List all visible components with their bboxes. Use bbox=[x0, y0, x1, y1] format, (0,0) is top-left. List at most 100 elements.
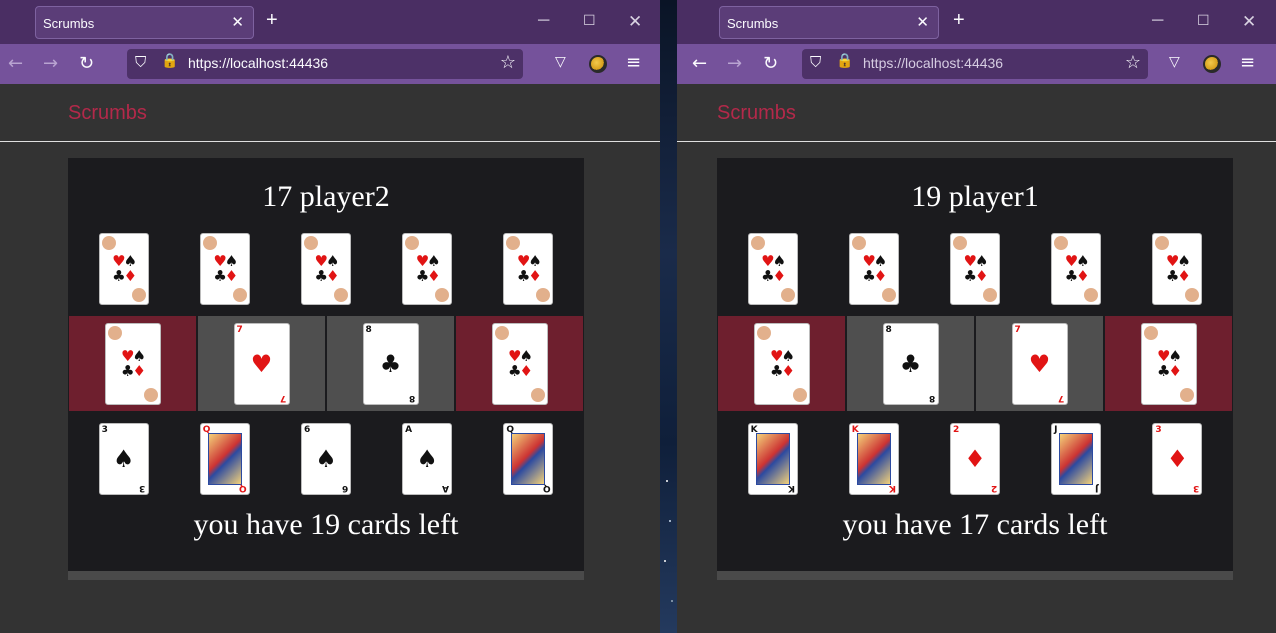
url-text[interactable]: https://localhost:44436 bbox=[188, 55, 328, 71]
game-board: 17 player2 ♥♠ ♣♦ ♥♠ ♣♦ ♥♠ ♣♦ ♥♠ ♣♦ ♥♠ ♣♦ ♥♠ ♣♦… bbox=[68, 158, 584, 580]
pocket-icon[interactable]: ▽ bbox=[1169, 54, 1180, 70]
nav-bar: ← → ↻ ⛉ 🔒 https://localhost:44436 ☆ ▽ ≡ bbox=[0, 44, 660, 84]
card-rank: Q bbox=[542, 483, 551, 493]
bookmark-star-icon[interactable]: ☆ bbox=[500, 52, 516, 73]
hand-card[interactable]: QQ bbox=[199, 423, 250, 495]
minimize-icon[interactable]: ─ bbox=[538, 12, 549, 30]
browser-window-left: Scrumbs ✕ + ─ ☐ ✕ ← → ↻ ⛉ 🔒 https://loca… bbox=[0, 0, 660, 633]
card-rank: A bbox=[405, 425, 413, 435]
tab-scrumbs[interactable]: Scrumbs ✕ bbox=[719, 6, 939, 39]
lock-icon[interactable]: 🔒 bbox=[161, 53, 178, 69]
played-card[interactable]: 8 ♣ 8 bbox=[882, 322, 939, 405]
hand-card[interactable]: A ♠ A bbox=[402, 423, 453, 495]
played-card[interactable]: 7 ♥ 7 bbox=[233, 322, 290, 405]
draw-pile-slot[interactable]: ♥♠ ♣♦ bbox=[455, 315, 584, 412]
score-line: 17 player2 bbox=[262, 180, 390, 213]
pocket-icon[interactable]: ▽ bbox=[555, 54, 566, 70]
hand-card[interactable]: 3 ♠ 3 bbox=[98, 423, 149, 495]
new-tab-icon[interactable]: + bbox=[953, 9, 965, 32]
brand-link[interactable]: Scrumbs bbox=[717, 102, 796, 125]
player-hand-row: K K K K 2 ♦ 2 J J 3 ♦ 3 bbox=[717, 423, 1233, 495]
played-card[interactable]: 8 ♣ 8 bbox=[362, 322, 419, 405]
card-rank: 7 bbox=[236, 324, 243, 335]
hand-card[interactable]: JJ bbox=[1051, 423, 1102, 495]
lock-icon[interactable]: 🔒 bbox=[836, 53, 853, 69]
url-text[interactable]: https://localhost:44436 bbox=[863, 55, 1003, 71]
close-tab-icon[interactable]: ✕ bbox=[231, 13, 244, 31]
reload-icon[interactable]: ↻ bbox=[79, 53, 94, 74]
page-content: Scrumbs 19 player1 ♥♠ ♣♦ ♥♠ ♣♦ ♥♠ ♣♦ ♥♠ ♣♦ ♥… bbox=[677, 84, 1276, 633]
tab-scrumbs[interactable]: Scrumbs ✕ bbox=[35, 6, 254, 39]
card-rank: 2 bbox=[952, 425, 960, 435]
extension-icon[interactable] bbox=[589, 55, 607, 73]
player-hand-row: 3 ♠ 3 Q Q 6 ♠ 6 A ♠ A Q Q bbox=[68, 423, 584, 495]
card-rank: A bbox=[442, 483, 450, 493]
played-card[interactable]: 7 ♥ 7 bbox=[1011, 322, 1068, 405]
url-bar[interactable]: ⛉ 🔒 https://localhost:44436 ☆ bbox=[802, 49, 1148, 79]
card-rank: 6 bbox=[341, 483, 348, 493]
draw-pile-slot[interactable]: ♥♠ ♣♦ bbox=[68, 315, 197, 412]
card-back[interactable]: ♥♠ ♣♦ bbox=[1140, 322, 1197, 405]
card-back: ♥♠ ♣♦ bbox=[300, 233, 351, 305]
bookmark-star-icon[interactable]: ☆ bbox=[1125, 52, 1141, 73]
play-area-row: ♥♠ ♣♦ 8 ♣ 8 7 ♥ 7 ♥♠ ♣♦ bbox=[717, 315, 1233, 412]
card-rank: Q bbox=[239, 483, 247, 493]
brand-link[interactable]: Scrumbs bbox=[68, 102, 147, 125]
shield-icon[interactable]: ⛉ bbox=[135, 53, 146, 71]
card-back: ♥♠ ♣♦ bbox=[503, 233, 554, 305]
back-icon[interactable]: ← bbox=[8, 53, 23, 74]
card-suit: ♣ bbox=[899, 349, 922, 378]
close-tab-icon[interactable]: ✕ bbox=[916, 13, 929, 31]
shield-icon[interactable]: ⛉ bbox=[810, 53, 821, 71]
card-back: ♥♠ ♣♦ bbox=[98, 233, 149, 305]
desktop-background bbox=[660, 0, 677, 633]
card-suit: ♦ bbox=[964, 445, 986, 473]
hand-card[interactable]: 3 ♦ 3 bbox=[1152, 423, 1203, 495]
menu-icon[interactable]: ≡ bbox=[1240, 52, 1255, 73]
played-card-slot[interactable]: 8 ♣ 8 bbox=[846, 315, 975, 412]
board-scrollbar[interactable] bbox=[717, 571, 1233, 580]
url-bar[interactable]: ⛉ 🔒 https://localhost:44436 ☆ bbox=[127, 49, 523, 79]
reload-icon[interactable]: ↻ bbox=[763, 53, 778, 74]
played-card-slot[interactable]: 7 ♥ 7 bbox=[975, 315, 1104, 412]
new-tab-icon[interactable]: + bbox=[266, 9, 278, 32]
close-window-icon[interactable]: ✕ bbox=[628, 12, 642, 32]
hand-card[interactable]: QQ bbox=[503, 423, 554, 495]
court-figure bbox=[207, 433, 242, 485]
cards-left-status: you have 19 cards left bbox=[193, 508, 459, 541]
card-rank: 8 bbox=[929, 392, 936, 403]
menu-icon[interactable]: ≡ bbox=[626, 52, 641, 73]
hand-card[interactable]: 2 ♦ 2 bbox=[949, 423, 1000, 495]
forward-icon[interactable]: → bbox=[43, 53, 58, 74]
back-icon[interactable]: ← bbox=[692, 53, 707, 74]
card-back[interactable]: ♥♠ ♣♦ bbox=[753, 322, 810, 405]
close-window-icon[interactable]: ✕ bbox=[1242, 12, 1256, 32]
card-rank: K bbox=[888, 483, 896, 493]
maximize-icon[interactable]: ☐ bbox=[583, 12, 596, 29]
card-suit: ♠ bbox=[112, 445, 135, 473]
played-card-slot[interactable]: 7 ♥ 7 bbox=[197, 315, 326, 412]
card-back[interactable]: ♥♠ ♣♦ bbox=[104, 322, 161, 405]
card-back[interactable]: ♥♠ ♣♦ bbox=[491, 322, 548, 405]
card-back: ♥♠ ♣♦ bbox=[199, 233, 250, 305]
play-area-row: ♥♠ ♣♦ 7 ♥ 7 8 ♣ 8 ♥♠ ♣♦ bbox=[68, 315, 584, 412]
played-card-slot[interactable]: 8 ♣ 8 bbox=[326, 315, 455, 412]
card-rank: 7 bbox=[1014, 324, 1021, 335]
extension-icon[interactable] bbox=[1203, 55, 1221, 73]
browser-window-right: Scrumbs ✕ + ─ ☐ ✕ ← → ↻ ⛉ 🔒 https://loca… bbox=[677, 0, 1276, 633]
court-figure bbox=[511, 433, 546, 485]
draw-pile-slot[interactable]: ♥♠ ♣♦ bbox=[717, 315, 846, 412]
app-header: Scrumbs bbox=[677, 84, 1276, 142]
card-rank: 3 bbox=[139, 483, 146, 493]
court-figure bbox=[1059, 433, 1094, 485]
hand-card[interactable]: KK bbox=[747, 423, 798, 495]
minimize-icon[interactable]: ─ bbox=[1152, 12, 1163, 30]
hand-card[interactable]: 6 ♠ 6 bbox=[300, 423, 351, 495]
draw-pile-slot[interactable]: ♥♠ ♣♦ bbox=[1104, 315, 1233, 412]
forward-icon[interactable]: → bbox=[727, 53, 742, 74]
maximize-icon[interactable]: ☐ bbox=[1197, 12, 1210, 29]
card-suit: ♠ bbox=[315, 445, 337, 473]
hand-card[interactable]: KK bbox=[848, 423, 899, 495]
card-rank: 3 bbox=[1155, 425, 1162, 435]
board-scrollbar[interactable] bbox=[68, 571, 584, 580]
